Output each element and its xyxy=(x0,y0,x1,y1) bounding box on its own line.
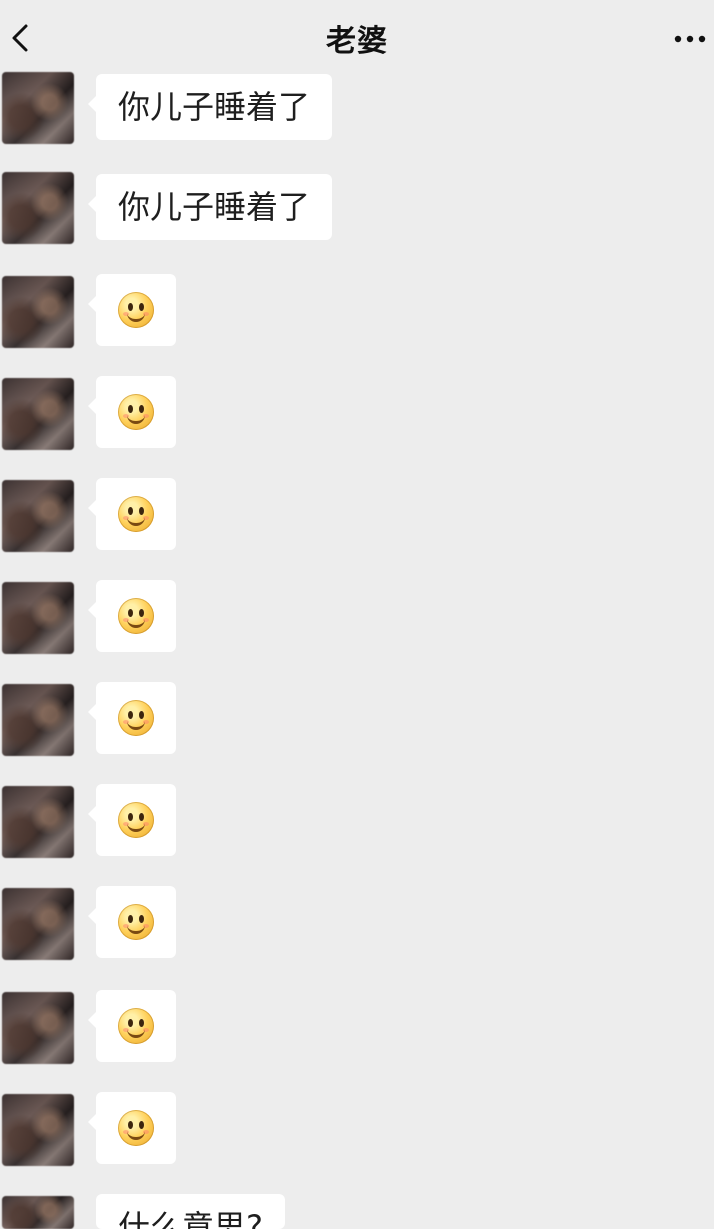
contact-avatar[interactable] xyxy=(2,1196,74,1229)
contact-avatar[interactable] xyxy=(2,684,74,756)
message-text: 你儿子睡着了 xyxy=(118,188,311,226)
message-bubble: 你儿子睡着了 xyxy=(87,174,333,240)
emoji-message-bubble xyxy=(88,478,176,550)
smile-emoji-icon xyxy=(118,496,154,532)
emoji-message-bubble xyxy=(88,784,176,856)
contact-avatar[interactable] xyxy=(2,582,74,654)
emoji-message-bubble xyxy=(88,580,176,652)
chat-header: 老婆 xyxy=(0,0,714,76)
smile-emoji-icon xyxy=(118,904,154,940)
contact-avatar[interactable] xyxy=(2,172,74,244)
smile-emoji-icon xyxy=(118,394,154,430)
more-options-button[interactable] xyxy=(670,24,710,54)
contact-avatar[interactable] xyxy=(2,276,74,348)
emoji-message-bubble xyxy=(88,886,176,958)
emoji-message-bubble xyxy=(88,376,176,448)
contact-avatar[interactable] xyxy=(2,888,74,960)
more-options-icon xyxy=(674,35,706,43)
contact-avatar[interactable] xyxy=(2,1094,74,1166)
smile-emoji-icon xyxy=(118,1008,154,1044)
emoji-message-bubble xyxy=(88,682,176,754)
contact-avatar[interactable] xyxy=(2,992,74,1064)
smile-emoji-icon xyxy=(118,1110,154,1146)
emoji-message-bubble xyxy=(88,274,176,346)
message-text: 你儿子睡着了 xyxy=(118,88,311,126)
message-bubble: 你儿子睡着了 xyxy=(87,74,333,140)
chat-title: 老婆 xyxy=(326,24,388,59)
contact-avatar[interactable] xyxy=(2,786,74,858)
smile-emoji-icon xyxy=(118,802,154,838)
contact-avatar[interactable] xyxy=(2,72,74,144)
contact-avatar[interactable] xyxy=(2,378,74,450)
emoji-message-bubble xyxy=(88,990,176,1062)
smile-emoji-icon xyxy=(118,598,154,634)
smile-emoji-icon xyxy=(118,292,154,328)
message-bubble: 什么意思? xyxy=(96,1194,285,1229)
message-text: 什么意思? xyxy=(118,1208,263,1229)
smile-emoji-icon xyxy=(118,700,154,736)
emoji-message-bubble xyxy=(88,1092,176,1164)
contact-avatar[interactable] xyxy=(2,480,74,552)
